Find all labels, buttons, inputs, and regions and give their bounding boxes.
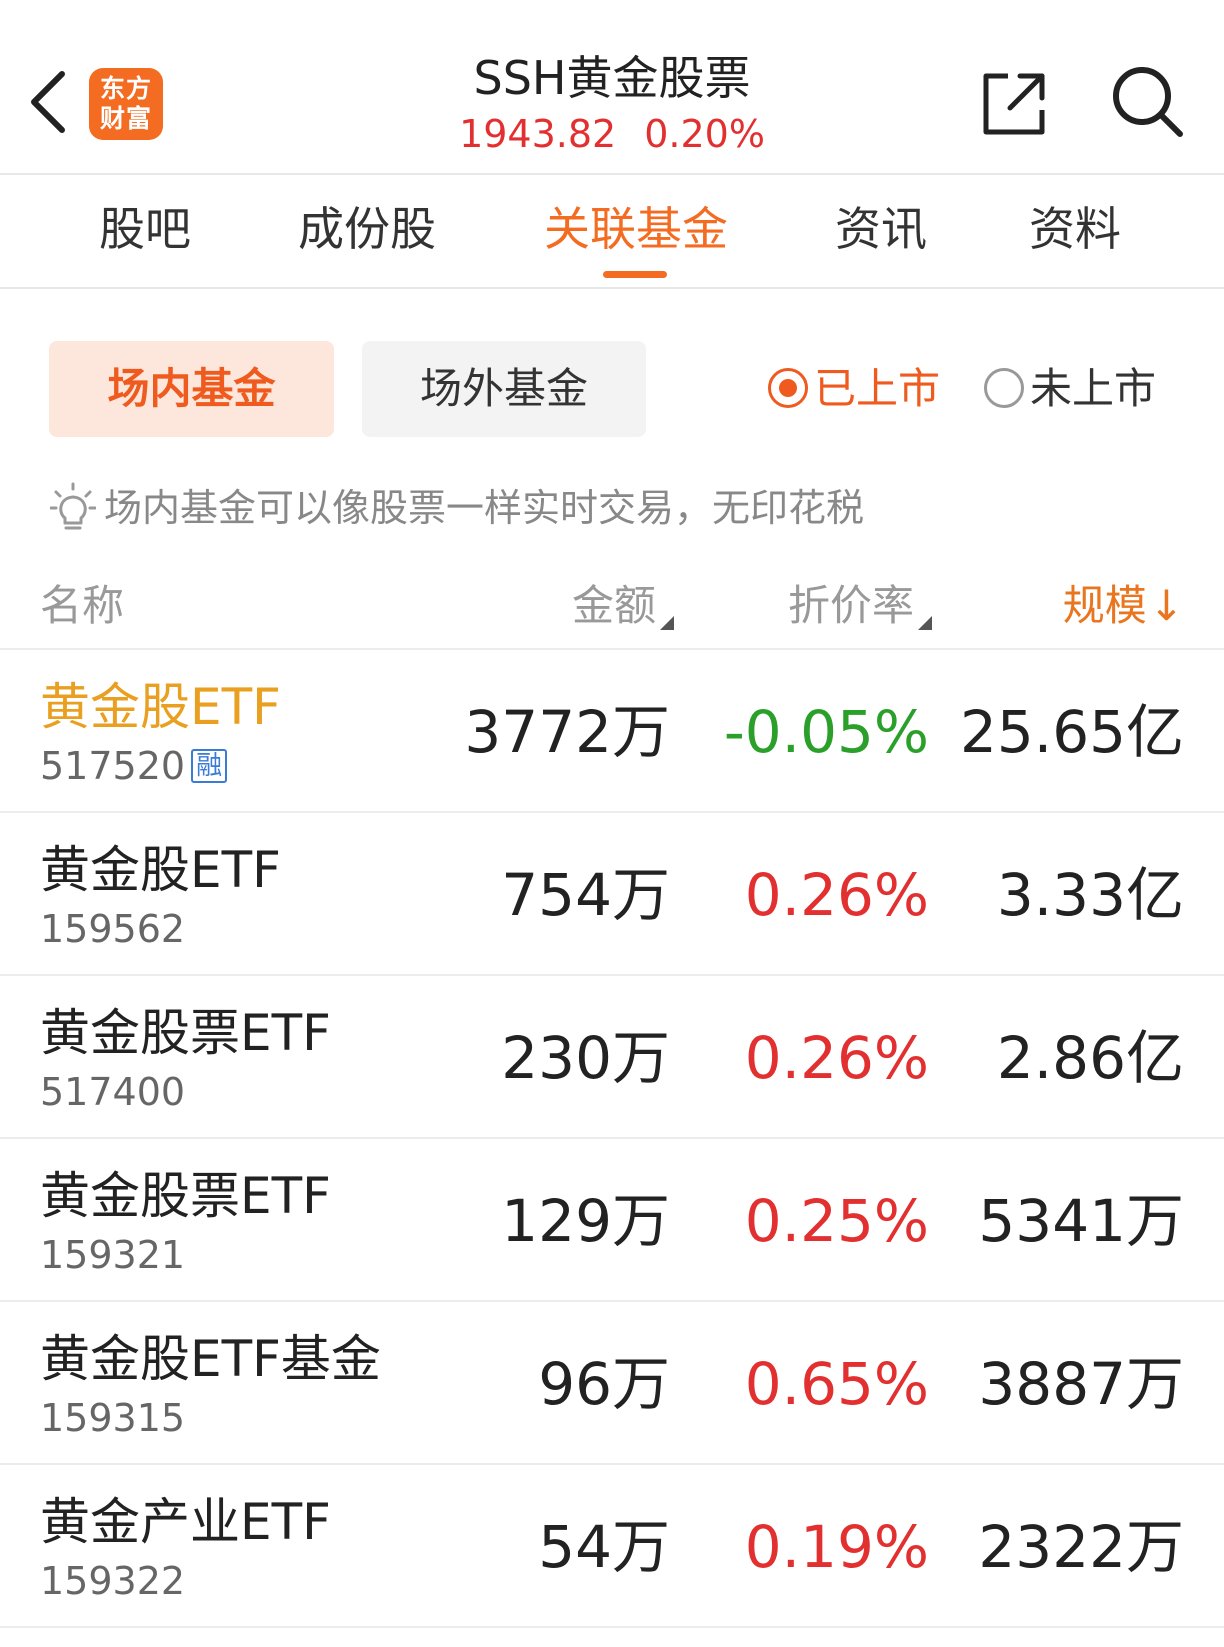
tab-constituents[interactable]: 成份股 <box>296 175 438 287</box>
fund-code: 159321 <box>40 1233 186 1277</box>
fund-name: 黄金股ETF基金 <box>40 1330 381 1388</box>
fund-name: 黄金股ETF <box>40 841 281 899</box>
fund-code: 517400 <box>40 1070 186 1114</box>
fund-scale: 25.65亿 <box>959 698 1184 766</box>
fund-name: 黄金股ETF <box>40 678 281 736</box>
fund-name: 黄金股票ETF <box>40 1167 331 1225</box>
table-row[interactable]: 黄金产业ETF 159322 54万 0.19% 2322万 <box>0 1465 1224 1628</box>
tab-profile[interactable]: 资料 <box>1027 175 1123 287</box>
lightbulb-icon <box>49 482 97 529</box>
table-row[interactable]: 黄金股ETF 159562 754万 0.26% 3.33亿 <box>0 813 1224 976</box>
fund-amount: 129万 <box>501 1187 670 1255</box>
fund-code: 159315 <box>40 1396 186 1440</box>
fund-code-line: 517520 融 <box>40 742 228 790</box>
header-amount-label: 金额 <box>571 581 656 630</box>
fund-discount: 0.26% <box>744 861 929 929</box>
sort-triangle-icon <box>918 616 932 630</box>
table-row[interactable]: 黄金股票ETF 517400 230万 0.26% 2.86亿 <box>0 976 1224 1139</box>
radio-listed[interactable]: 已上市 <box>768 361 940 417</box>
fund-discount: 0.65% <box>744 1350 929 1418</box>
hint-text: 场内基金可以像股票一样实时交易，无印花税 <box>104 486 865 530</box>
hint-text-row: 场内基金可以像股票一样实时交易，无印花税 <box>49 482 865 536</box>
page: 东方 财富 SSH黄金股票 1943.82 0.20% 股吧 成份股 关联基金 … <box>0 0 1224 1647</box>
fund-amount: 230万 <box>501 1024 670 1092</box>
fund-discount: 0.26% <box>744 1024 929 1092</box>
tab-news[interactable]: 资讯 <box>833 175 929 287</box>
header-scale-label: 规模 <box>1062 581 1147 630</box>
header-discount-label: 折价率 <box>787 581 914 630</box>
fund-amount: 754万 <box>501 861 670 929</box>
table-row[interactable]: 黄金股票ETF 159321 129万 0.25% 5341万 <box>0 1139 1224 1302</box>
fund-discount: 0.25% <box>744 1187 929 1255</box>
radio-checked-icon <box>768 367 808 408</box>
active-tab-indicator <box>603 271 667 278</box>
fund-code: 159322 <box>40 1559 186 1603</box>
share-icon[interactable] <box>980 70 1048 138</box>
table-row[interactable]: 黄金股ETF基金 159315 96万 0.65% 3887万 <box>0 1302 1224 1465</box>
sort-down-arrow-icon: ↓ <box>1148 581 1184 630</box>
fund-amount: 54万 <box>538 1513 670 1581</box>
index-change-pct: 0.20% <box>644 112 765 156</box>
fund-scale: 3.33亿 <box>996 861 1184 929</box>
fund-scale: 3887万 <box>978 1350 1184 1418</box>
fund-name: 黄金股票ETF <box>40 1004 331 1062</box>
fund-scale: 2322万 <box>978 1513 1184 1581</box>
margin-badge: 融 <box>191 748 228 783</box>
segment-otc-funds[interactable]: 场外基金 <box>362 341 646 437</box>
fund-discount: -0.05% <box>723 698 929 766</box>
radio-unchecked-icon <box>984 367 1024 408</box>
header-amount[interactable]: 金额 <box>572 576 674 636</box>
fund-discount: 0.19% <box>744 1513 929 1581</box>
tab-bar: 股吧 成份股 关联基金 资讯 资料 <box>0 175 1224 289</box>
radio-listed-label: 已上市 <box>814 364 941 413</box>
header-name: 名称 <box>40 581 125 630</box>
header-discount[interactable]: 折价率 <box>788 576 932 636</box>
segment-exchange-funds[interactable]: 场内基金 <box>49 341 334 437</box>
index-price: 1943.82 <box>459 112 617 156</box>
fund-code: 159562 <box>40 907 186 951</box>
fund-scale: 5341万 <box>978 1187 1184 1255</box>
fund-code: 517520 <box>40 744 186 788</box>
fund-amount: 96万 <box>538 1350 670 1418</box>
fund-scale: 2.86亿 <box>996 1024 1184 1092</box>
fund-amount: 3772万 <box>464 698 670 766</box>
radio-unlisted-label: 未上市 <box>1030 364 1157 413</box>
tab-guba[interactable]: 股吧 <box>97 175 193 287</box>
table-row[interactable]: 黄金股ETF 517520 融 3772万 -0.05% 25.65亿 <box>0 650 1224 813</box>
table-header: 名称 金额 折价率 规模↓ <box>0 570 1224 650</box>
sort-triangle-icon <box>660 616 674 630</box>
top-bar: 东方 财富 SSH黄金股票 1943.82 0.20% <box>0 0 1224 175</box>
fund-name: 黄金产业ETF <box>40 1493 331 1551</box>
radio-unlisted[interactable]: 未上市 <box>984 361 1156 417</box>
search-icon[interactable] <box>1110 64 1186 140</box>
header-scale[interactable]: 规模↓ <box>1063 576 1184 636</box>
